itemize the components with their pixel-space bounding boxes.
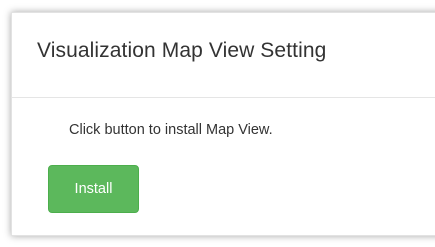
screenshot-frame: Visualization Map View Setting Click but… [0,0,435,247]
header-divider [12,97,435,98]
panel-title: Visualization Map View Setting [37,39,327,62]
install-description: Click button to install Map View. [69,122,273,138]
install-button[interactable]: Install [48,165,139,213]
